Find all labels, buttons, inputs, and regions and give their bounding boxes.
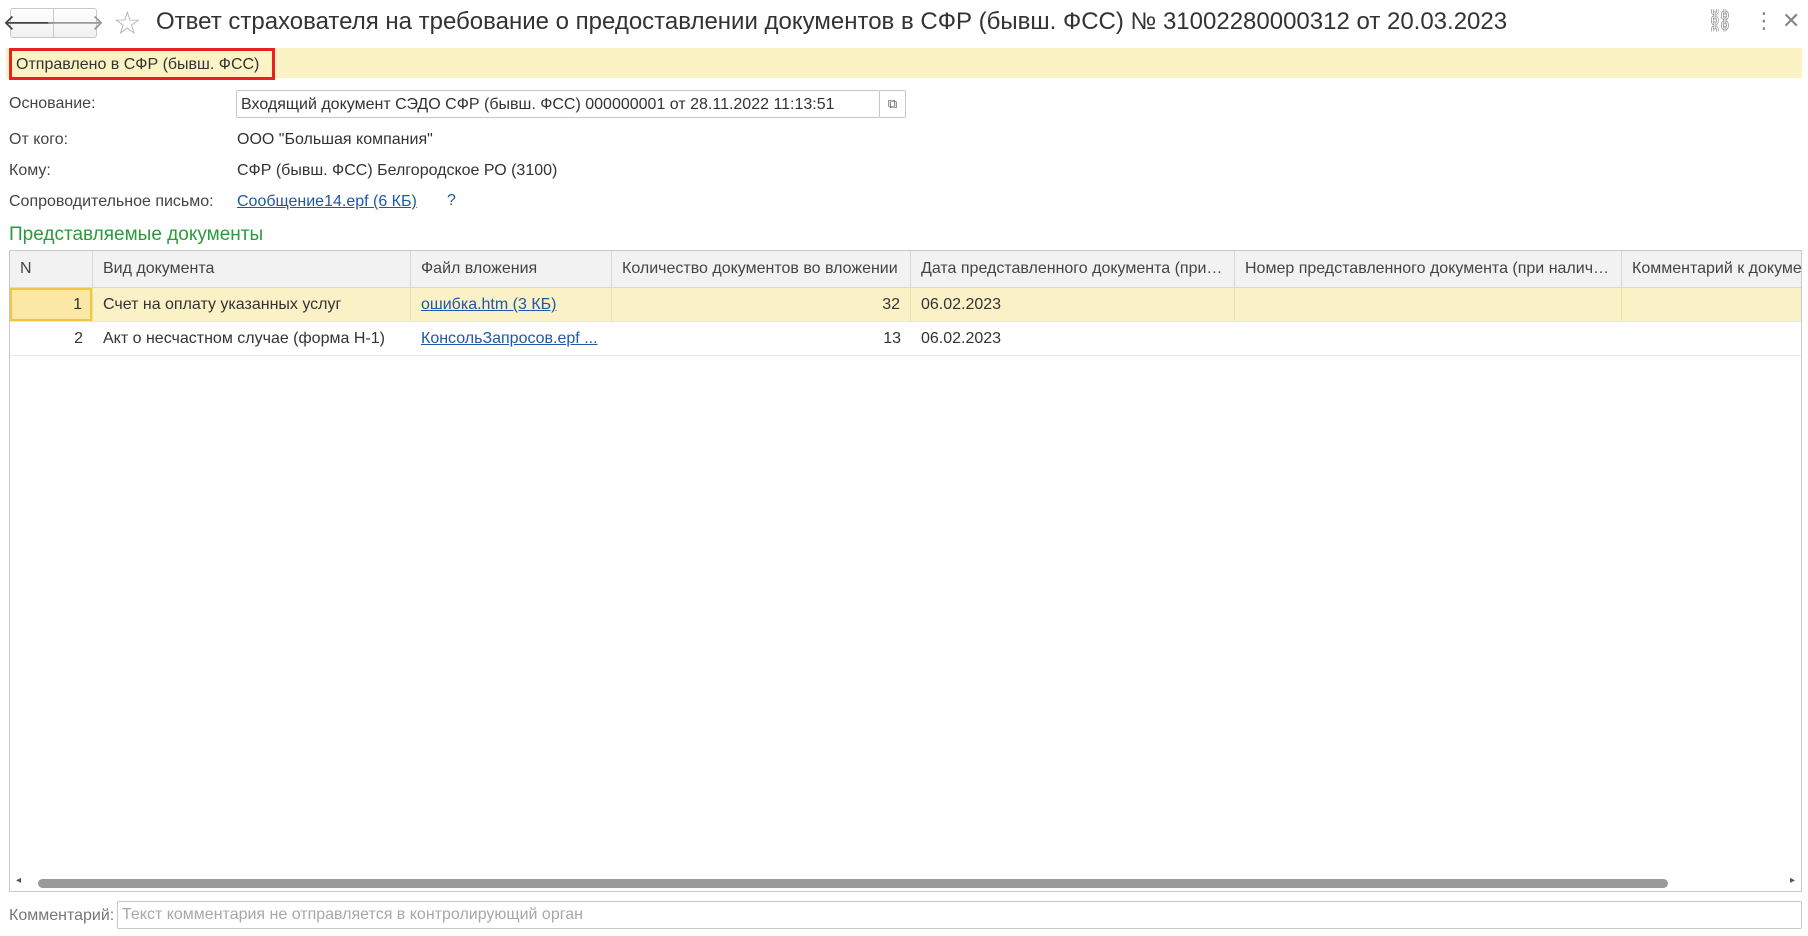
attachment-file-cell[interactable]: ошибка.htm (3 КБ) [411, 288, 612, 321]
arrow-right-icon: 🡒 [45, 10, 105, 35]
column-header-comment[interactable]: Комментарий к докумен [1622, 251, 1801, 287]
attachment-file-cell[interactable]: КонсольЗапросов.epf ... [411, 322, 612, 355]
scroll-left-icon[interactable]: ◂ [16, 875, 21, 886]
scroll-right-icon[interactable]: ▸ [1790, 875, 1795, 886]
scrollbar-thumb[interactable] [38, 879, 1668, 888]
comment-input[interactable] [117, 901, 1802, 929]
column-header-kind[interactable]: Вид документа [93, 251, 411, 287]
cover-letter-link[interactable]: Сообщение14.epf (6 КБ) [237, 193, 417, 211]
page-title: Ответ страхователя на требование о предо… [156, 8, 1508, 35]
column-header-n[interactable]: N [10, 251, 93, 287]
row-number[interactable]: 1 [10, 288, 93, 321]
document-kind[interactable]: Акт о несчастном случае (форма Н-1) [93, 322, 411, 355]
column-header-date[interactable]: Дата представленного документа (при ... [911, 251, 1235, 287]
document-date[interactable]: 06.02.2023 [911, 288, 1235, 321]
from-value: ООО "Большая компания" [237, 131, 433, 148]
document-date[interactable]: 06.02.2023 [911, 322, 1235, 355]
more-icon[interactable]: ⋮ [1753, 8, 1775, 34]
documents-table: N Вид документа Файл вложения Количество… [9, 250, 1802, 892]
status-badge: Отправлено в СФР (бывш. ФСС) [9, 48, 275, 80]
column-header-file[interactable]: Файл вложения [411, 251, 612, 287]
cover-letter-label: Сопроводительное письмо: [9, 193, 214, 210]
horizontal-scrollbar[interactable]: ◂ ▸ [10, 873, 1801, 891]
from-label: От кого: [9, 131, 69, 148]
to-value: СФР (бывш. ФСС) Белгородское РО (3100) [237, 162, 558, 179]
document-count[interactable]: 32 [612, 288, 911, 321]
open-basis-button[interactable]: ⧉ [880, 90, 906, 118]
favorite-star-icon[interactable]: ☆ [113, 4, 142, 42]
table-header: N Вид документа Файл вложения Количество… [10, 251, 1801, 288]
comment-label: Комментарий: [9, 907, 115, 924]
link-icon[interactable]: ⛓ [1706, 8, 1734, 34]
open-icon: ⧉ [887, 96, 898, 111]
forward-button[interactable]: 🡒 [46, 8, 105, 38]
status-bar [6, 48, 1802, 78]
to-label: Кому: [9, 162, 51, 179]
column-header-number[interactable]: Номер представленного документа (при нал… [1235, 251, 1622, 287]
document-count[interactable]: 13 [612, 322, 911, 355]
column-header-count[interactable]: Количество документов во вложении [612, 251, 911, 287]
close-icon[interactable]: ✕ [1782, 8, 1800, 34]
table-row[interactable]: 1 Счет на оплату указанных услуг ошибка.… [10, 288, 1801, 322]
attachment-file-link[interactable]: ошибка.htm (3 КБ) [421, 296, 556, 313]
documents-section-title: Представляемые документы [9, 224, 264, 245]
basis-label: Основание: [9, 95, 96, 112]
document-comment[interactable] [1622, 288, 1801, 321]
row-number[interactable]: 2 [10, 322, 93, 355]
document-kind[interactable]: Счет на оплату указанных услуг [93, 288, 411, 321]
help-icon[interactable]: ? [447, 192, 456, 210]
document-number[interactable] [1235, 288, 1622, 321]
basis-field[interactable]: Входящий документ СЭДО СФР (бывш. ФСС) 0… [236, 90, 880, 118]
attachment-file-link[interactable]: КонсольЗапросов.epf ... [421, 330, 598, 347]
document-number[interactable] [1235, 322, 1622, 355]
table-row[interactable]: 2 Акт о несчастном случае (форма Н-1) Ко… [10, 322, 1801, 356]
document-comment[interactable] [1622, 322, 1801, 355]
